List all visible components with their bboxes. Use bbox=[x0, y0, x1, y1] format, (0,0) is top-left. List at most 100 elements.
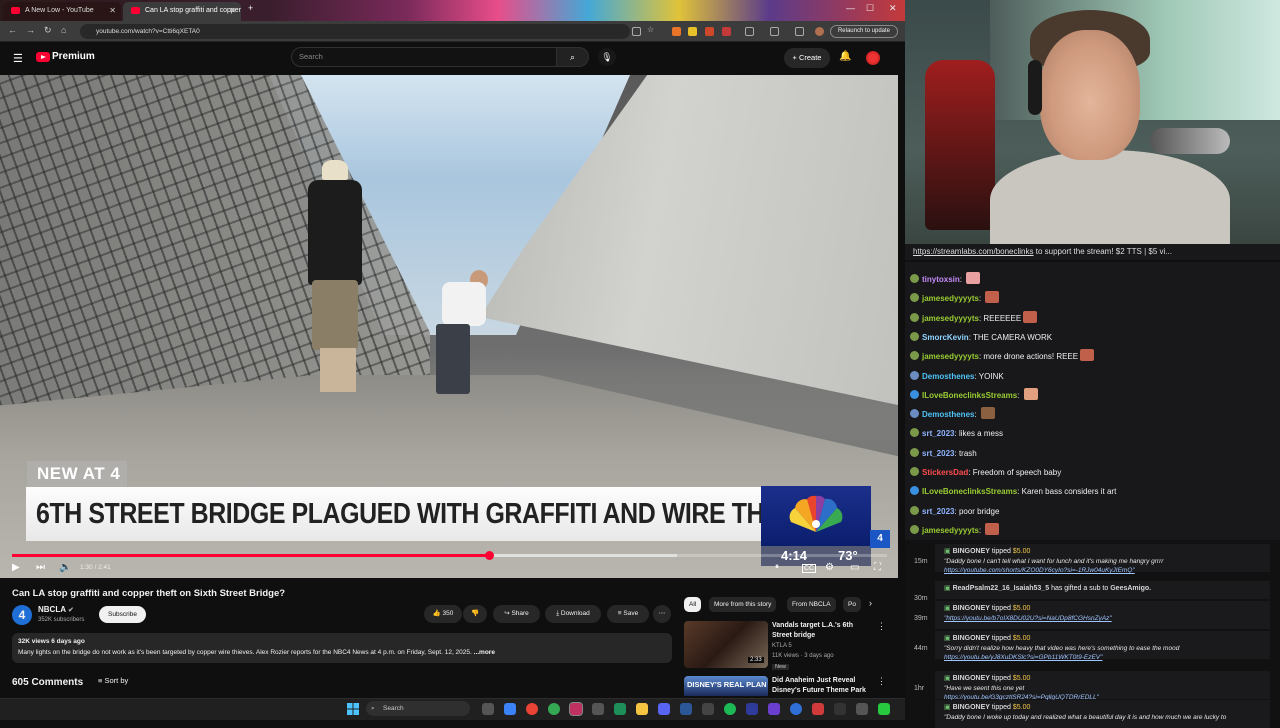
url-input[interactable]: youtube.com/watch?v=Ctti6qXETA0 bbox=[80, 24, 630, 39]
app-icon[interactable] bbox=[878, 703, 890, 715]
event-link[interactable]: https://youtube.com/shorts/KZO0DY6cyIo?s… bbox=[944, 566, 1135, 575]
side-panel-icon[interactable] bbox=[770, 27, 779, 36]
youtube-logo-icon[interactable] bbox=[36, 52, 50, 62]
channel-name[interactable]: NBCLA ✔ bbox=[38, 605, 74, 614]
chat-username[interactable]: jamesedyyyyts bbox=[922, 526, 979, 535]
extensions-puzzle-icon[interactable] bbox=[745, 27, 754, 36]
related-video-title[interactable]: Vandals target L.A.'s 6th Street bridge bbox=[772, 621, 872, 641]
app-explorer-icon[interactable] bbox=[636, 703, 648, 715]
app-icon[interactable] bbox=[812, 703, 824, 715]
miniplayer-icon[interactable]: ▭ bbox=[850, 562, 859, 573]
app-spotify-icon[interactable] bbox=[724, 703, 736, 715]
like-button[interactable]: 👍 350 bbox=[424, 605, 462, 623]
app-icon[interactable] bbox=[834, 703, 846, 715]
app-icon[interactable] bbox=[592, 703, 604, 715]
chat-username[interactable]: jamesedyyyyts bbox=[922, 314, 979, 323]
relaunch-button[interactable]: Relaunch to update bbox=[830, 25, 898, 38]
chip-more-from-this-story[interactable]: More from this story bbox=[709, 597, 777, 612]
search-input[interactable]: Search bbox=[291, 47, 557, 67]
extension-icon[interactable] bbox=[722, 27, 731, 36]
related-more-vertical-icon[interactable]: ⋮ bbox=[877, 621, 886, 632]
chat-username[interactable]: srt_2023 bbox=[922, 449, 954, 458]
tab-a-new-low[interactable]: A New Low - YouTube ✕ bbox=[3, 2, 121, 21]
event-link-text[interactable]: https://youtu.be/yJ8XuDKSlc?si=GPb11WKT0… bbox=[944, 654, 1102, 661]
profile-avatar-icon[interactable] bbox=[815, 27, 824, 36]
search-button[interactable]: ⌕ bbox=[557, 47, 589, 67]
new-tab-icon[interactable]: + bbox=[248, 3, 253, 13]
account-avatar[interactable] bbox=[866, 51, 880, 65]
chips-next-chevron-icon[interactable]: › bbox=[869, 598, 872, 608]
event-link[interactable]: "https://youtu.be/b7oIX8DU02U?si=NaUDp8f… bbox=[944, 614, 1112, 623]
more-actions-button[interactable]: ⋯ bbox=[653, 605, 671, 623]
chat-username[interactable]: ILoveBoneclinksStreams bbox=[922, 487, 1017, 496]
autoplay-toggle-icon[interactable]: ⏸ bbox=[775, 562, 779, 572]
ticker-link[interactable]: https://streamlabs.com/boneclinks bbox=[913, 247, 1034, 256]
minimize-icon[interactable]: — bbox=[846, 3, 855, 13]
maximize-icon[interactable]: ☐ bbox=[866, 3, 874, 14]
app-icon[interactable] bbox=[702, 703, 714, 715]
chip-po[interactable]: Po bbox=[843, 597, 861, 612]
forward-icon[interactable]: → bbox=[26, 25, 35, 35]
app-edge-icon[interactable] bbox=[504, 703, 516, 715]
chip-from-nbcla[interactable]: From NBCLA bbox=[787, 597, 836, 612]
subscribe-button[interactable]: Subscribe bbox=[99, 606, 146, 623]
sort-comments-button[interactable]: ≡ Sort by bbox=[98, 676, 128, 685]
extension-icon[interactable] bbox=[672, 27, 681, 36]
chat-username[interactable]: tinytoxsin bbox=[922, 275, 960, 284]
app-chrome-icon[interactable] bbox=[526, 703, 538, 715]
chat-username[interactable]: jamesedyyyyts bbox=[922, 294, 979, 303]
extension-icon[interactable] bbox=[688, 27, 697, 36]
chat-username[interactable]: Demosthenes bbox=[922, 372, 974, 381]
chat-username[interactable]: StickersDad bbox=[922, 468, 968, 477]
close-tab-icon[interactable]: ✕ bbox=[229, 2, 236, 19]
extension-icon[interactable] bbox=[705, 27, 714, 36]
app-icon[interactable] bbox=[746, 703, 758, 715]
event-link-text[interactable]: https://youtube.com/shorts/KZO0DY6cyIo?s… bbox=[944, 567, 1135, 574]
voice-search-mic-icon[interactable]: 🎙 bbox=[598, 48, 616, 66]
chat-username[interactable]: ILoveBoneclinksStreams bbox=[922, 391, 1017, 400]
bookmark-star-icon[interactable]: ☆ bbox=[647, 25, 656, 34]
show-more-link[interactable]: ...more bbox=[474, 649, 495, 656]
channel-avatar[interactable]: 4 bbox=[12, 605, 32, 625]
install-icon[interactable] bbox=[632, 27, 641, 36]
download-icon[interactable] bbox=[795, 27, 804, 36]
related-video-channel[interactable]: KTLA 5 bbox=[772, 643, 792, 649]
captions-icon[interactable]: CC bbox=[802, 564, 817, 573]
app-icon[interactable] bbox=[614, 703, 626, 715]
save-button[interactable]: ≡ Save bbox=[607, 605, 649, 623]
app-icon[interactable] bbox=[680, 703, 692, 715]
youtube-brand[interactable]: Premium bbox=[52, 51, 95, 62]
close-tab-icon[interactable]: ✕ bbox=[109, 2, 116, 19]
event-link-text[interactable]: "https://youtu.be/b7oIX8DU02U?si=NaUDp8f… bbox=[944, 615, 1112, 622]
home-icon[interactable]: ⌂ bbox=[61, 25, 66, 35]
app-icon[interactable] bbox=[856, 703, 868, 715]
share-button[interactable]: ↪ Share bbox=[493, 605, 540, 623]
chat-username[interactable]: SmorcKevin bbox=[922, 333, 969, 342]
taskbar-search-input[interactable]: ⌕ Search bbox=[366, 701, 470, 716]
app-chrome-alt-icon[interactable] bbox=[548, 703, 560, 715]
reload-icon[interactable]: ↻ bbox=[44, 25, 52, 36]
chat-username[interactable]: jamesedyyyyts bbox=[922, 352, 979, 361]
app-discord-icon[interactable] bbox=[658, 703, 670, 715]
notifications-bell-icon[interactable]: 🔔 bbox=[839, 51, 851, 62]
tab-can-la-stop-graffiti[interactable]: Can LA stop graffiti and copper ✕ bbox=[123, 2, 241, 21]
chat-username[interactable]: Demosthenes bbox=[922, 410, 974, 419]
chat-username[interactable]: srt_2023 bbox=[922, 429, 954, 438]
app-icon[interactable] bbox=[790, 703, 802, 715]
windows-start-icon[interactable] bbox=[347, 703, 359, 715]
scrubber-handle[interactable] bbox=[484, 551, 494, 560]
back-icon[interactable]: ← bbox=[8, 25, 17, 35]
task-view-icon[interactable] bbox=[482, 703, 494, 715]
next-icon[interactable]: ⏭ bbox=[36, 562, 45, 573]
play-icon[interactable]: ▶ bbox=[12, 562, 20, 573]
chip-all[interactable]: All bbox=[684, 597, 702, 612]
settings-gear-icon[interactable]: ⚙ bbox=[825, 562, 834, 573]
event-link[interactable]: https://youtu.be/yJ8XuDKSlc?si=GPb11WKT0… bbox=[944, 653, 1102, 662]
create-button[interactable]: + Create bbox=[784, 48, 830, 68]
download-button[interactable]: ⤓ Download bbox=[545, 605, 601, 623]
dislike-button[interactable]: 👎 bbox=[463, 605, 487, 623]
chat-username[interactable]: srt_2023 bbox=[922, 507, 954, 516]
app-obs-icon[interactable] bbox=[569, 702, 583, 716]
menu-hamburger-icon[interactable]: ☰ bbox=[13, 52, 23, 65]
close-window-icon[interactable]: ✕ bbox=[889, 3, 897, 14]
